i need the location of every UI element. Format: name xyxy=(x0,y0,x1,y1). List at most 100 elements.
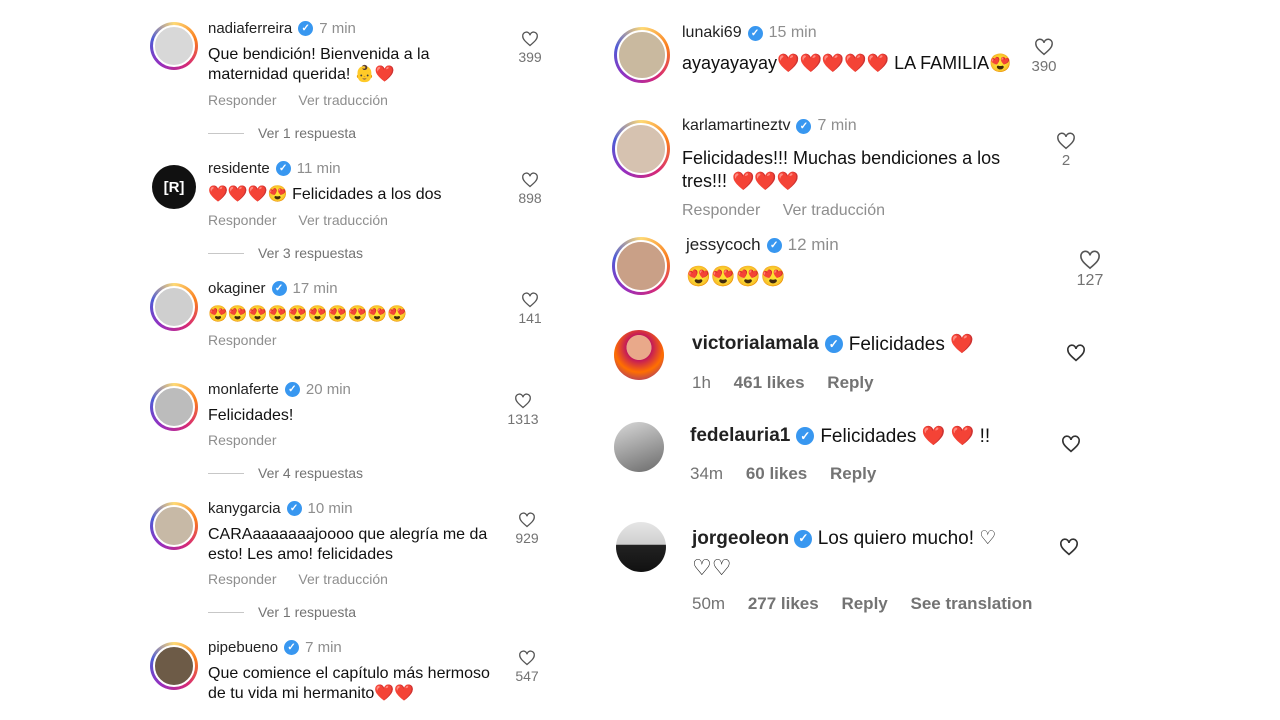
view-replies[interactable]: Ver 4 respuestas xyxy=(208,465,363,481)
comment-text-cont: ♡♡ xyxy=(692,555,732,580)
avatar[interactable]: [R] xyxy=(152,165,196,209)
avatar[interactable] xyxy=(150,642,198,690)
heart-icon[interactable] xyxy=(1034,38,1054,56)
timestamp: 1h xyxy=(692,373,711,392)
avatar[interactable] xyxy=(150,22,198,70)
comment-actions: Responder xyxy=(208,332,295,348)
view-replies-label: Ver 4 respuestas xyxy=(258,465,364,481)
heart-icon[interactable] xyxy=(518,650,536,666)
like-control[interactable]: 547 xyxy=(507,650,547,684)
reply-button[interactable]: Responder xyxy=(208,332,277,348)
username[interactable]: jessycoch xyxy=(686,235,761,255)
divider xyxy=(208,132,244,134)
reply-button[interactable]: Reply xyxy=(830,464,876,483)
like-count: 1313 xyxy=(507,411,539,427)
like-count[interactable]: 461 likes xyxy=(734,373,805,392)
verified-icon: ✓ xyxy=(747,25,763,41)
username[interactable]: lunaki69 xyxy=(682,24,742,42)
avatar[interactable] xyxy=(150,383,198,431)
translate-button[interactable]: Ver traducción xyxy=(298,212,388,228)
like-control[interactable]: 929 xyxy=(507,512,547,546)
comment-header: jessycoch ✓ 12 min xyxy=(686,235,839,255)
avatar[interactable] xyxy=(614,330,664,380)
avatar[interactable] xyxy=(614,27,670,83)
like-count[interactable]: 277 likes xyxy=(748,594,819,613)
view-replies[interactable]: Ver 1 respuesta xyxy=(208,604,356,620)
verified-icon: ✓ xyxy=(794,529,813,548)
like-control[interactable]: 141 xyxy=(510,292,550,326)
verified-icon: ✓ xyxy=(796,118,812,134)
heart-icon[interactable] xyxy=(521,292,539,308)
timestamp: 50m xyxy=(692,594,726,613)
comment-text: Que bendición! Bienvenida a la maternida… xyxy=(208,45,430,85)
avatar[interactable] xyxy=(612,120,670,178)
verified-icon: ✓ xyxy=(286,501,302,516)
username[interactable]: fedelauria1 xyxy=(690,425,790,447)
timestamp: 10 min xyxy=(307,500,353,517)
translate-button[interactable]: See translation xyxy=(910,594,1032,613)
heart-icon[interactable] xyxy=(1059,538,1079,556)
heart-icon[interactable] xyxy=(514,393,532,409)
reply-button[interactable]: Reply xyxy=(827,373,873,392)
heart-icon[interactable] xyxy=(1079,250,1101,270)
reply-button[interactable]: Responder xyxy=(208,92,277,108)
comment-header: monlaferte ✓ 20 min xyxy=(208,381,351,398)
comment-header: pipebueno ✓ 7 min xyxy=(208,639,342,656)
avatar[interactable] xyxy=(614,422,664,472)
reply-button[interactable]: Reply xyxy=(841,594,887,613)
comment-text: ❤️❤️❤️😍 Felicidades a los dos xyxy=(208,186,442,203)
comment-header: residente ✓ 11 min xyxy=(208,160,341,177)
avatar[interactable] xyxy=(150,502,198,550)
like-count: 390 xyxy=(1031,58,1057,75)
like-control[interactable]: 898 xyxy=(510,172,550,206)
translate-button[interactable]: Ver traducción xyxy=(298,92,388,108)
verified-icon: ✓ xyxy=(275,161,291,176)
like-count: 2 xyxy=(1061,152,1071,169)
username[interactable]: jorgeoleon xyxy=(692,528,789,549)
username[interactable]: residente xyxy=(208,160,270,177)
translate-button[interactable]: Ver traducción xyxy=(783,202,885,219)
username[interactable]: pipebueno xyxy=(208,639,278,656)
verified-icon: ✓ xyxy=(284,382,300,397)
like-control[interactable]: 390 xyxy=(1024,38,1064,75)
heart-icon[interactable] xyxy=(521,172,539,188)
username[interactable]: karlamartineztv xyxy=(682,117,790,135)
comment-text: Los quiero mucho! ♡ xyxy=(817,528,997,549)
like-count[interactable]: 60 likes xyxy=(746,464,807,483)
reply-button[interactable]: Responder xyxy=(208,212,277,228)
view-replies[interactable]: Ver 1 respuesta xyxy=(208,125,356,141)
avatar[interactable] xyxy=(616,522,666,572)
heart-icon[interactable] xyxy=(1056,132,1076,150)
avatar[interactable] xyxy=(150,283,198,331)
like-control[interactable]: 2 xyxy=(1046,132,1086,169)
heart-icon[interactable] xyxy=(518,512,536,528)
like-count: 898 xyxy=(518,190,542,206)
heart-icon[interactable] xyxy=(1061,435,1081,453)
like-count: 399 xyxy=(518,49,542,65)
reply-button[interactable]: Responder xyxy=(682,202,760,219)
reply-button[interactable]: Responder xyxy=(208,432,277,448)
heart-icon[interactable] xyxy=(1066,344,1086,362)
comment-header: fedelauria1 ✓ Felicidades ❤️ ❤️ !! xyxy=(690,424,990,448)
comment-header: nadiaferreira ✓ 7 min xyxy=(208,20,356,37)
avatar-logo: [R] xyxy=(163,178,185,196)
verified-icon: ✓ xyxy=(796,427,815,445)
username[interactable]: kanygarcia xyxy=(208,500,281,517)
verified-icon: ✓ xyxy=(824,335,843,353)
username[interactable]: okaginer xyxy=(208,280,266,297)
comment-body: jorgeoleon ✓ Los quiero mucho! ♡ xyxy=(692,527,996,551)
username[interactable]: monlaferte xyxy=(208,381,279,398)
username[interactable]: victorialamala xyxy=(692,333,819,355)
view-replies[interactable]: Ver 3 respuestas xyxy=(208,245,363,261)
divider xyxy=(208,472,244,474)
comment-actions: 34m 60 likes Reply xyxy=(690,464,894,484)
like-control[interactable]: 1313 xyxy=(503,393,543,427)
username[interactable]: nadiaferreira xyxy=(208,20,292,37)
avatar[interactable] xyxy=(612,237,670,295)
translate-button[interactable]: Ver traducción xyxy=(298,571,388,587)
timestamp: 7 min xyxy=(817,117,857,134)
reply-button[interactable]: Responder xyxy=(208,571,277,587)
heart-icon[interactable] xyxy=(521,31,539,47)
like-control[interactable]: 399 xyxy=(510,31,550,65)
like-control[interactable]: 127 xyxy=(1070,250,1110,290)
